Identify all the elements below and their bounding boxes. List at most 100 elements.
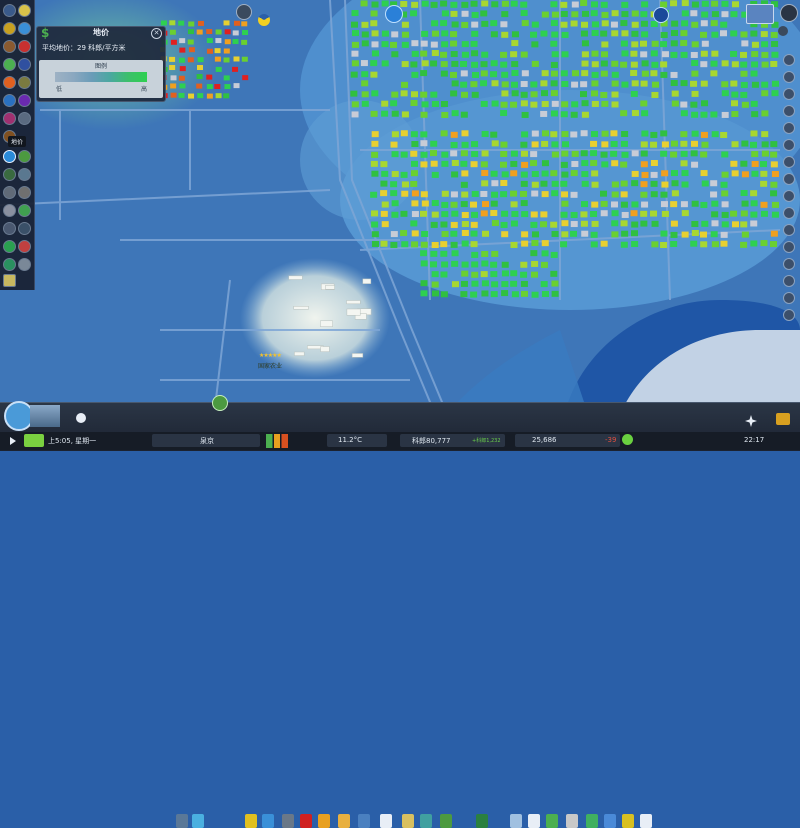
radio-icon[interactable] (3, 222, 16, 235)
garbage-tool-icon[interactable] (262, 814, 274, 828)
building (520, 171, 528, 178)
land-value-panel: $ 地价 ✕ 平均地价：29 科郎/平方米 图例 低 高 (36, 26, 166, 102)
garbage-icon[interactable] (3, 40, 16, 53)
right-toolbar-button[interactable] (783, 224, 795, 236)
electricity-icon[interactable] (3, 22, 16, 35)
fire-tool-icon[interactable] (300, 814, 312, 828)
electricity-tool-icon[interactable] (192, 814, 204, 828)
wind-icon[interactable] (18, 94, 31, 107)
right-toolbar-button[interactable] (783, 275, 795, 287)
chirper-icon[interactable] (385, 5, 403, 23)
right-toolbar-button[interactable] (783, 258, 795, 270)
building (670, 140, 678, 147)
happiness-icon[interactable] (3, 58, 16, 71)
right-toolbar-button[interactable] (783, 241, 795, 253)
landscaping-tool-icon[interactable] (476, 814, 488, 828)
play-icon[interactable] (10, 437, 16, 445)
pacman-icon[interactable] (258, 14, 270, 26)
police-tool-icon[interactable] (318, 814, 330, 828)
pencil-icon[interactable] (18, 4, 31, 17)
districts-tool-icon[interactable] (510, 814, 522, 828)
settings-gear-icon[interactable] (780, 4, 798, 22)
land-value-icon[interactable] (3, 150, 16, 163)
building (580, 0, 588, 7)
unique-building-icon[interactable] (653, 7, 669, 23)
wonders-tool-icon[interactable] (440, 814, 452, 828)
water-icon[interactable] (18, 22, 31, 35)
building (560, 161, 568, 168)
monuments-tool-icon[interactable] (420, 814, 432, 828)
building (740, 160, 748, 167)
move-icon[interactable] (745, 415, 757, 427)
city-name[interactable]: 泉京 (200, 436, 214, 446)
right-toolbar-button[interactable] (783, 54, 795, 66)
water-path-tool-icon[interactable] (604, 814, 616, 828)
building (215, 93, 222, 99)
help-icon[interactable] (212, 395, 228, 411)
population-change: -39 (605, 436, 617, 444)
building (441, 261, 449, 268)
happiness-face-icon (622, 434, 633, 445)
clock-icon[interactable] (3, 240, 16, 253)
water-tool-icon[interactable] (245, 814, 257, 828)
right-toolbar-button[interactable] (783, 122, 795, 134)
building (671, 180, 679, 187)
traffic-icon[interactable] (3, 168, 16, 181)
apple-icon[interactable] (76, 413, 86, 423)
search-icon[interactable] (640, 814, 652, 828)
pollution-icon[interactable] (18, 76, 31, 89)
health-icon[interactable] (18, 40, 31, 53)
districts-icon[interactable] (18, 150, 31, 163)
right-toolbar-button[interactable] (783, 105, 795, 117)
building (440, 20, 448, 27)
right-toolbar-button[interactable] (783, 139, 795, 151)
education-icon[interactable] (3, 94, 16, 107)
fire-icon[interactable] (3, 76, 16, 89)
snow-icon[interactable] (18, 258, 31, 271)
building (481, 150, 489, 157)
roads-tool-icon[interactable] (176, 814, 188, 828)
tools-icon[interactable] (3, 204, 16, 217)
right-toolbar-button[interactable] (783, 207, 795, 219)
economy-tool-icon[interactable] (546, 814, 558, 828)
policies-tool-icon[interactable] (528, 814, 540, 828)
post-icon[interactable] (3, 274, 16, 287)
power-tool-icon[interactable] (622, 814, 634, 828)
right-toolbar-button[interactable] (783, 173, 795, 185)
tv-icon[interactable] (18, 222, 31, 235)
crime-icon[interactable] (18, 58, 31, 71)
maintenance-icon[interactable] (3, 258, 16, 271)
bulldozer-icon[interactable] (776, 413, 790, 425)
building (581, 180, 589, 187)
building (641, 110, 649, 117)
noise-icon[interactable] (3, 112, 16, 125)
education-tool-icon[interactable] (338, 814, 350, 828)
close-icon[interactable]: ✕ (151, 28, 162, 39)
right-toolbar-button[interactable] (783, 292, 795, 304)
zoning-tool-icon[interactable] (586, 814, 598, 828)
transport-icon[interactable] (3, 186, 16, 199)
public-transport-tool-icon[interactable] (358, 814, 370, 828)
right-toolbar-button[interactable] (783, 190, 795, 202)
areas-tool-icon[interactable] (566, 814, 578, 828)
escape-icon[interactable] (18, 204, 31, 217)
heating-icon[interactable] (18, 240, 31, 253)
right-toolbar-button[interactable] (783, 156, 795, 168)
road-tool-icon[interactable] (236, 4, 252, 20)
building (751, 81, 759, 88)
unique-buildings-tool-icon[interactable] (402, 814, 414, 828)
right-toolbar-button[interactable] (783, 71, 795, 83)
right-toolbar-button[interactable] (783, 88, 795, 100)
beautification-tool-icon[interactable] (380, 814, 392, 828)
tourism-icon[interactable] (18, 186, 31, 199)
speed-indicator[interactable] (24, 434, 44, 447)
road-icon[interactable] (18, 112, 31, 125)
right-toolbar-button[interactable] (783, 309, 795, 321)
wind-speed-icon[interactable] (18, 168, 31, 181)
building (531, 190, 539, 197)
health-tool-icon[interactable] (282, 814, 294, 828)
menu-icon[interactable] (746, 4, 774, 24)
info-view-button[interactable] (3, 4, 16, 17)
building (206, 74, 213, 80)
building (561, 171, 569, 178)
